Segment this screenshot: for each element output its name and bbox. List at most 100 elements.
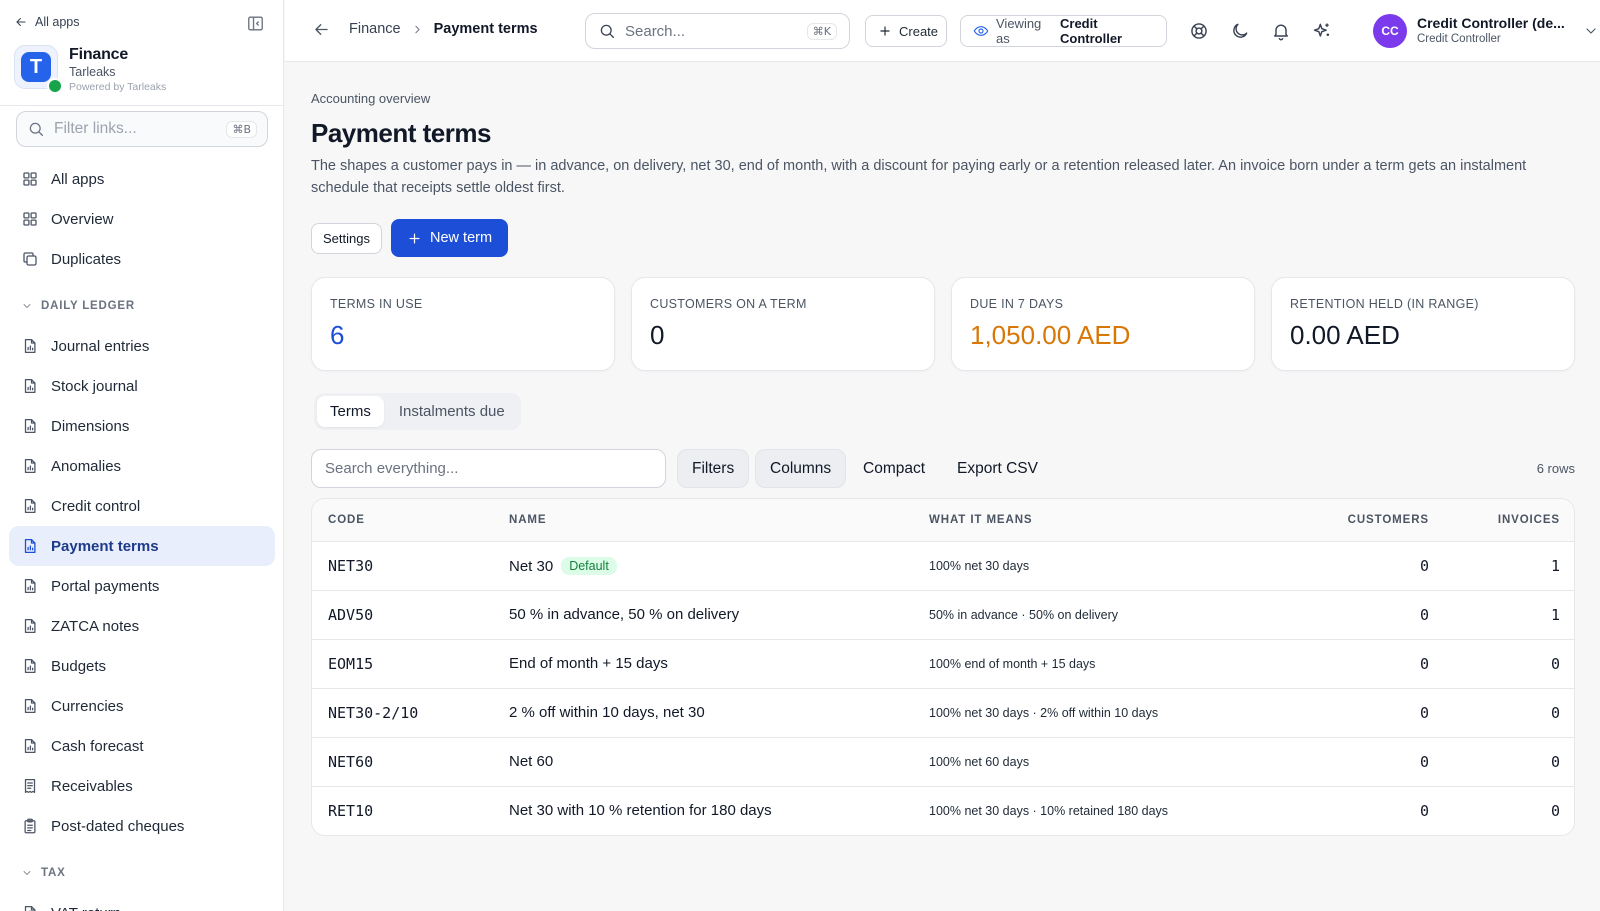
col-header-invoices[interactable]: INVOICES <box>1445 499 1574 542</box>
sparkles-icon[interactable] <box>1312 21 1332 41</box>
help-icon[interactable] <box>1189 21 1209 41</box>
col-header-means[interactable]: WHAT IT MEANS <box>913 499 1281 542</box>
table-row[interactable]: NET60 Net 60 100% net 60 days 0 0 <box>312 737 1574 787</box>
sidebar-item-portal-payments[interactable]: Portal payments <box>9 566 275 606</box>
tabs: Terms Instalments due <box>314 393 521 430</box>
cell-invoices: 1 <box>1445 590 1574 640</box>
filter-links-input[interactable] <box>54 120 218 138</box>
page-title: Payment terms <box>311 118 491 148</box>
breadcrumb-finance[interactable]: Finance <box>349 21 401 37</box>
plus-icon <box>407 231 422 246</box>
new-term-label: New term <box>430 230 493 246</box>
cell-customers: 0 <box>1281 639 1445 689</box>
page-eyebrow[interactable]: Accounting overview <box>311 91 430 106</box>
default-badge: Default <box>561 556 617 575</box>
all-apps-link[interactable]: All apps <box>14 15 79 29</box>
stat-label: RETENTION HELD (IN RANGE) <box>1290 297 1479 311</box>
user-role: Credit Controller <box>1417 33 1501 45</box>
section-tax[interactable]: TAX <box>9 846 275 893</box>
sidebar-item-stock-journal[interactable]: Stock journal <box>9 366 275 406</box>
sidebar-item-credit-control[interactable]: Credit control <box>9 486 275 526</box>
export-csv-button[interactable]: Export CSV <box>943 449 1052 488</box>
new-term-button[interactable]: New term <box>391 219 509 257</box>
sidebar-item-label: Overview <box>51 210 114 228</box>
sidebar-item-all-apps[interactable]: All apps <box>9 159 275 199</box>
sidebar-item-vat-return[interactable]: VAT return <box>9 893 275 911</box>
filters-button[interactable]: Filters <box>677 449 750 488</box>
filter-shortcut: ⌘B <box>226 120 257 138</box>
table-header-row: CODE NAME WHAT IT MEANS CUSTOMERS INVOIC… <box>312 499 1574 542</box>
cell-means: 100% end of month + 15 days <box>913 639 1281 689</box>
bell-icon[interactable] <box>1271 21 1291 41</box>
create-button[interactable]: Create <box>865 15 947 47</box>
sidebar-item-label: Dimensions <box>51 417 130 435</box>
document-icon <box>21 657 39 675</box>
breadcrumb: Finance Payment terms <box>349 21 538 37</box>
section-daily-ledger[interactable]: DAILY LEDGER <box>9 279 275 326</box>
tab-terms[interactable]: Terms <box>317 396 384 427</box>
global-search-input[interactable] <box>625 22 798 40</box>
sidebar-item-overview[interactable]: Overview <box>9 199 275 239</box>
eye-icon <box>973 23 989 39</box>
sidebar-toggle-icon[interactable] <box>246 14 265 33</box>
stat-value: 6 <box>330 320 345 350</box>
section-label: TAX <box>41 866 66 879</box>
table-row[interactable]: NET30-2/10 2 % off within 10 days, net 30… <box>312 688 1574 738</box>
sidebar-item-duplicates[interactable]: Duplicates <box>9 239 275 279</box>
cell-code: RET10 <box>328 801 374 820</box>
create-label: Create <box>899 23 939 39</box>
sidebar-item-budgets[interactable]: Budgets <box>9 646 275 686</box>
page-description: The shapes a customer pays in — in advan… <box>311 158 1527 196</box>
sidebar-item-zatca-notes[interactable]: ZATCA notes <box>9 606 275 646</box>
sidebar-item-label: Credit control <box>51 497 141 515</box>
sidebar-item-cash-forecast[interactable]: Cash forecast <box>9 726 275 766</box>
cell-code: NET30 <box>312 541 493 591</box>
tab-instalments-due[interactable]: Instalments due <box>386 396 518 427</box>
back-arrow-icon[interactable] <box>312 20 331 39</box>
stat-label: TERMS IN USE <box>330 297 423 311</box>
copy-icon <box>21 250 39 268</box>
cell-invoices: 0 <box>1445 688 1574 738</box>
col-header-customers[interactable]: CUSTOMERS <box>1281 499 1445 542</box>
table-row[interactable]: NET30 Net 30 Default 100% net 30 days 0 1 <box>312 541 1574 591</box>
sidebar-item-currencies[interactable]: Currencies <box>9 686 275 726</box>
sidebar-item-anomalies[interactable]: Anomalies <box>9 446 275 486</box>
avatar: CC <box>1373 14 1407 48</box>
document-icon <box>21 577 39 595</box>
columns-button[interactable]: Columns <box>755 449 847 488</box>
chevron-down-icon <box>1583 23 1599 39</box>
moon-icon[interactable] <box>1230 21 1250 41</box>
document-icon <box>21 617 39 635</box>
sidebar-item-payment-terms[interactable]: Payment terms <box>9 526 275 566</box>
search-icon <box>598 22 616 40</box>
col-header-code[interactable]: CODE <box>312 499 493 542</box>
document-icon <box>21 697 39 715</box>
table-row[interactable]: ADV50 50 % in advance, 50 % on delivery 50… <box>312 590 1574 640</box>
sidebar-item-journal-entries[interactable]: Journal entries <box>9 326 275 366</box>
viewing-as-role: Credit Controller <box>1060 16 1123 46</box>
sidebar-item-dimensions[interactable]: Dimensions <box>9 406 275 446</box>
document-icon <box>21 417 39 435</box>
sidebar-item-label: Payment terms <box>51 537 159 555</box>
compact-button[interactable]: Compact <box>849 449 939 488</box>
viewing-as-button[interactable]: Viewing as Credit Controller <box>960 15 1167 47</box>
viewing-as-label: Viewing as <box>996 16 1042 46</box>
global-search[interactable]: ⌘K <box>585 13 850 49</box>
table-row[interactable]: RET10 Net 30 with 10 % retention for 180 … <box>312 786 1574 835</box>
user-menu[interactable]: CC Credit Controller (de... Credit Contr… <box>1373 14 1599 48</box>
sidebar-item-label: Cash forecast <box>51 737 144 755</box>
sidebar-divider <box>0 105 283 106</box>
col-header-name[interactable]: NAME <box>493 499 913 542</box>
cell-invoices: 0 <box>1445 639 1574 689</box>
sidebar-item-label: Currencies <box>51 697 124 715</box>
receipt-icon <box>21 777 39 795</box>
table-row[interactable]: EOM15 End of month + 15 days 100% end of m… <box>312 639 1574 689</box>
settings-button[interactable]: Settings <box>311 223 382 254</box>
sidebar-item-post-dated-cheques[interactable]: Post-dated cheques <box>9 806 275 846</box>
sidebar-item-receivables[interactable]: Receivables <box>9 766 275 806</box>
term-name: 50 % in advance, 50 % on delivery <box>509 606 740 623</box>
cell-customers: 0 <box>1281 590 1445 640</box>
org-name: Tarleaks <box>69 65 116 79</box>
filter-links[interactable]: ⌘B <box>16 111 268 147</box>
table-search-input[interactable] <box>311 449 666 488</box>
